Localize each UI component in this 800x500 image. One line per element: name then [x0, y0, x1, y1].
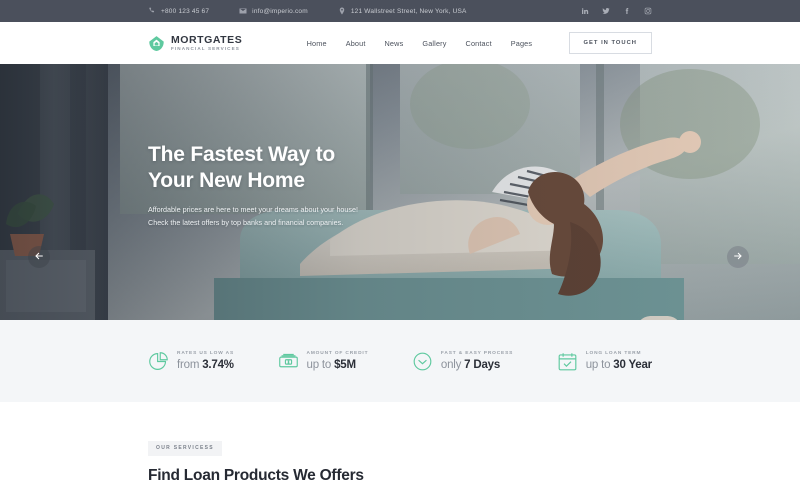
- topbar-contact-group: +800 123 45 67 info@imperio.com 121 Wall…: [148, 7, 580, 15]
- stat-text-process: FAST & EASY PROCESS only 7 Days: [441, 351, 513, 371]
- logo-text: MORTGATES FINANCIAL SERVICES: [171, 35, 242, 52]
- stat-value-rates: from 3.74%: [177, 359, 234, 371]
- stat-label-rates: RATES US LOW AS: [177, 351, 234, 356]
- map-pin-icon: [338, 7, 346, 15]
- stat-value-credit: up to $5M: [306, 359, 357, 371]
- stat-process: FAST & EASY PROCESS only 7 Days: [412, 351, 513, 372]
- nav-item-news[interactable]: News: [385, 39, 404, 48]
- page-root: +800 123 45 67 info@imperio.com 121 Wall…: [0, 0, 800, 500]
- nav-item-pages[interactable]: Pages: [511, 39, 532, 48]
- stat-label-process: FAST & EASY PROCESS: [440, 351, 514, 356]
- topbar-phone-text: +800 123 45 67: [161, 7, 210, 15]
- main-nav: Home About News Gallery Contact Pages: [270, 39, 568, 48]
- topbar-address-text: 121 Wallstreet Street, New York, USA: [350, 7, 467, 15]
- money-icon: [278, 351, 299, 372]
- stats-row: RATES US LOW AS from 3.74% AMOUNT OF CRE…: [148, 351, 652, 372]
- hero-subtitle-line-2: Check the latest offers by top banks and…: [148, 217, 344, 227]
- nav-item-home[interactable]: Home: [307, 39, 327, 48]
- services-badge: OUR SERVICESS: [148, 440, 222, 456]
- hero-title-line-2: Your New Home: [148, 168, 305, 192]
- topbar-social-group: [580, 7, 652, 16]
- nav-item-contact[interactable]: Contact: [466, 39, 492, 48]
- services-section: OUR SERVICESS Find Loan Products We Offe…: [0, 402, 800, 500]
- calendar-check-icon: [557, 351, 578, 372]
- facebook-icon[interactable]: [622, 7, 631, 16]
- pie-chart-icon: [148, 351, 169, 372]
- stat-term: LONG LOAN TERM up to 30 Year: [557, 351, 652, 372]
- logo-tagline: FINANCIAL SERVICES: [171, 45, 240, 51]
- hero-content: The Fastest Way to Your New Home Afforda…: [148, 142, 358, 229]
- site-header: MORTGATES FINANCIAL SERVICES Home About …: [0, 22, 800, 64]
- nav-item-about[interactable]: About: [346, 39, 366, 48]
- topbar-email-text: info@imperio.com: [252, 7, 308, 15]
- hero-subtitle: Affordable prices are here to meet your …: [148, 204, 358, 229]
- arrow-right-icon: [733, 248, 743, 266]
- stat-label-term: LONG LOAN TERM: [585, 351, 642, 356]
- hero-background-image: [0, 64, 800, 320]
- stat-label-credit: AMOUNT OF CREDIT: [306, 351, 369, 356]
- stat-value-term: up to 30 Year: [585, 359, 652, 371]
- logo[interactable]: MORTGATES FINANCIAL SERVICES: [148, 35, 242, 52]
- hero-prev-arrow-button[interactable]: [28, 246, 50, 268]
- linkedin-icon[interactable]: [580, 7, 589, 16]
- topbar-address: 121 Wallstreet Street, New York, USA: [338, 7, 467, 15]
- house-logo-icon: [148, 35, 165, 52]
- stat-text-term: LONG LOAN TERM up to 30 Year: [586, 351, 652, 371]
- topbar: +800 123 45 67 info@imperio.com 121 Wall…: [0, 0, 800, 22]
- topbar-phone[interactable]: +800 123 45 67: [148, 7, 209, 15]
- hero-title: The Fastest Way to Your New Home: [148, 142, 358, 193]
- stat-rates: RATES US LOW AS from 3.74%: [148, 351, 234, 372]
- services-title: Find Loan Products We Offers: [148, 466, 364, 484]
- stat-text-credit: AMOUNT OF CREDIT up to $5M: [307, 351, 369, 371]
- envelope-icon: [239, 7, 247, 15]
- hero-next-arrow-button[interactable]: [727, 246, 749, 268]
- phone-icon: [148, 7, 156, 15]
- stat-value-process: only 7 Days: [440, 359, 501, 371]
- clock-icon: [412, 351, 433, 372]
- hero-title-line-1: The Fastest Way to: [148, 143, 335, 166]
- hero-section: The Fastest Way to Your New Home Afforda…: [0, 64, 800, 320]
- logo-name: MORTGATES: [171, 33, 243, 46]
- get-in-touch-button[interactable]: GET IN TOUCH: [568, 32, 652, 54]
- stat-credit: AMOUNT OF CREDIT up to $5M: [278, 351, 369, 372]
- stat-text-rates: RATES US LOW AS from 3.74%: [177, 351, 234, 371]
- topbar-email[interactable]: info@imperio.com: [239, 7, 308, 15]
- stats-bar: RATES US LOW AS from 3.74% AMOUNT OF CRE…: [0, 320, 800, 402]
- hero-subtitle-line-1: Affordable prices are here to meet your …: [148, 205, 359, 215]
- instagram-icon[interactable]: [643, 7, 652, 16]
- nav-item-gallery[interactable]: Gallery: [422, 39, 446, 48]
- arrow-left-icon: [34, 248, 44, 266]
- twitter-icon[interactable]: [601, 7, 610, 16]
